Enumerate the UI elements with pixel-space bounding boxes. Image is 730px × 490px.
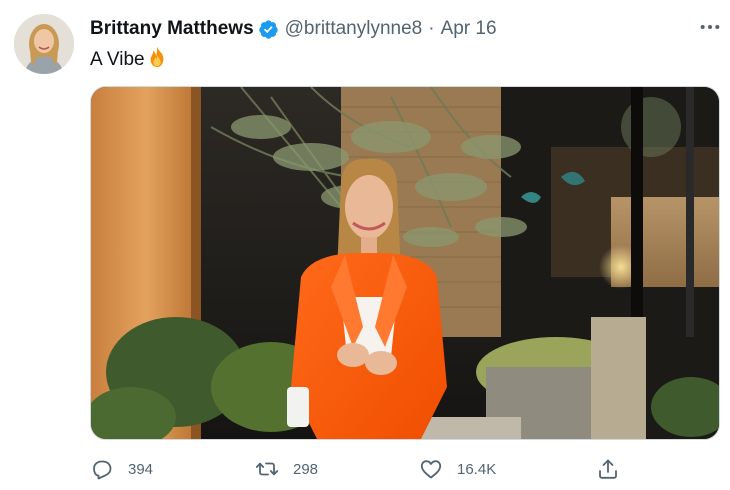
tweet-text: A Vibe (90, 46, 168, 71)
share-button[interactable] (596, 454, 620, 484)
reply-bubble-icon (90, 457, 114, 481)
tweet-card: Brittany Matthews @brittanylynne8 · Apr … (0, 0, 730, 490)
like-count: 16.4K (457, 460, 497, 478)
retweet-arrows-icon (255, 457, 279, 481)
reply-button[interactable]: 394 (90, 454, 153, 484)
fire-emoji-icon (146, 46, 168, 68)
author-name[interactable]: Brittany Matthews (90, 18, 254, 40)
verified-badge-icon (258, 19, 279, 40)
tweet-actions: 394 298 16.4K (90, 454, 630, 484)
tweet-photo[interactable] (90, 86, 720, 440)
author-avatar[interactable] (14, 14, 74, 74)
more-dots-icon[interactable] (698, 17, 722, 37)
tweet-header: Brittany Matthews @brittanylynne8 · Apr … (90, 17, 497, 41)
author-handle[interactable]: @brittanylynne8 (285, 18, 423, 40)
share-upload-icon (596, 457, 620, 481)
separator-dot: · (428, 18, 435, 39)
heart-icon (419, 457, 443, 481)
tweet-text-content: A Vibe (90, 49, 145, 70)
retweet-count: 298 (293, 460, 319, 478)
reply-count: 394 (128, 460, 154, 478)
like-button[interactable]: 16.4K (419, 454, 496, 484)
tweet-date[interactable]: Apr 16 (441, 18, 497, 40)
retweet-button[interactable]: 298 (255, 454, 318, 484)
